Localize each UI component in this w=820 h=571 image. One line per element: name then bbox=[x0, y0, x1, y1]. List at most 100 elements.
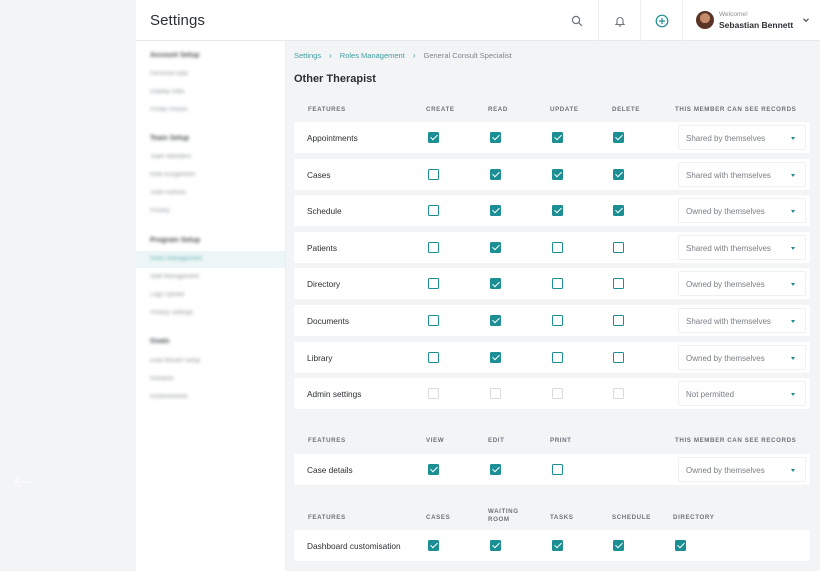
create-checkbox bbox=[428, 388, 439, 400]
dropdown-caret-icon bbox=[791, 210, 795, 214]
edit-checkbox[interactable] bbox=[490, 464, 501, 475]
permission-row: Library Owned by themselves bbox=[294, 341, 810, 373]
create-checkbox[interactable] bbox=[428, 315, 439, 326]
tasks-checkbox[interactable] bbox=[552, 540, 563, 551]
delete-checkbox[interactable] bbox=[613, 132, 624, 143]
collapse-icon[interactable] bbox=[14, 476, 32, 488]
dropdown-caret-icon bbox=[791, 356, 795, 360]
delete-checkbox[interactable] bbox=[613, 241, 624, 253]
sidebar-item[interactable]: Role Assignment bbox=[150, 172, 195, 178]
column-header: TASKS bbox=[550, 514, 574, 521]
sidebar-item[interactable]: Team Members bbox=[150, 154, 191, 160]
permission-row: Appointments Shared by themselves bbox=[294, 122, 810, 153]
permission-row: Cases Shared with themselves bbox=[294, 158, 810, 190]
read-checkbox[interactable] bbox=[490, 241, 501, 253]
visibility-select[interactable]: Not permitted bbox=[678, 381, 806, 407]
avatar bbox=[696, 11, 714, 29]
visibility-select[interactable]: Shared with themselves bbox=[678, 234, 806, 260]
search-button[interactable] bbox=[556, 0, 598, 41]
case-details-header: FEATURES VIEW EDIT PRINT THIS MEMBER CAN… bbox=[294, 433, 810, 449]
bell-icon bbox=[614, 16, 625, 27]
dropdown-caret-icon bbox=[791, 393, 795, 397]
visibility-select[interactable]: Owned by themselves bbox=[678, 271, 806, 297]
delete-checkbox[interactable] bbox=[613, 205, 624, 217]
create-checkbox[interactable] bbox=[428, 132, 439, 143]
column-header: ROOM bbox=[488, 516, 510, 523]
breadcrumb-link-settings[interactable]: Settings bbox=[294, 51, 321, 60]
visibility-select[interactable]: Shared with themselves bbox=[678, 308, 806, 333]
app-rail bbox=[0, 0, 136, 571]
feature-label: Patients bbox=[307, 242, 337, 253]
case-details-row: Case details Owned by themselves bbox=[294, 454, 810, 485]
add-circle-icon bbox=[655, 14, 668, 27]
create-checkbox[interactable] bbox=[428, 278, 439, 290]
read-checkbox[interactable] bbox=[490, 351, 501, 363]
column-header: FEATURES bbox=[308, 514, 346, 521]
update-checkbox[interactable] bbox=[552, 278, 563, 290]
create-checkbox[interactable] bbox=[428, 241, 439, 253]
breadcrumb-link-roles[interactable]: Roles Management bbox=[340, 51, 405, 60]
sidebar-item[interactable]: Rewards bbox=[150, 376, 174, 382]
breadcrumb: Settings › Roles Management › General Co… bbox=[294, 51, 512, 60]
visibility-value: Shared with themselves bbox=[686, 243, 771, 253]
update-checkbox[interactable] bbox=[552, 205, 563, 217]
permissions-header: FEATURES CREATE READ UPDATE DELETE THIS … bbox=[294, 102, 810, 118]
sidebar-item[interactable]: Profile Picture bbox=[150, 107, 187, 113]
update-checkbox[interactable] bbox=[552, 132, 563, 143]
top-bar: Settings Welcome! Sebastian Bennett bbox=[136, 0, 820, 41]
column-header: EDIT bbox=[488, 437, 505, 444]
sidebar-item[interactable]: Privacy bbox=[150, 208, 170, 214]
update-checkbox bbox=[552, 388, 563, 400]
sidebar-item[interactable]: Privacy Settings bbox=[150, 310, 193, 316]
read-checkbox[interactable] bbox=[490, 315, 501, 326]
dropdown-caret-icon bbox=[791, 320, 795, 323]
view-checkbox[interactable] bbox=[428, 464, 439, 475]
sidebar-item[interactable]: Team Admins bbox=[150, 190, 186, 196]
visibility-value: Not permitted bbox=[686, 390, 735, 400]
visibility-select[interactable]: Shared by themselves bbox=[678, 125, 806, 150]
sidebar-item[interactable]: Staff Management bbox=[150, 274, 199, 280]
update-checkbox[interactable] bbox=[552, 241, 563, 253]
feature-label: Directory bbox=[307, 279, 341, 290]
sidebar-item[interactable]: Logo Upload bbox=[150, 292, 184, 298]
page-title: Settings bbox=[150, 12, 205, 29]
search-icon bbox=[571, 15, 583, 26]
schedule-checkbox[interactable] bbox=[613, 540, 624, 551]
delete-checkbox[interactable] bbox=[613, 168, 624, 180]
delete-checkbox[interactable] bbox=[613, 278, 624, 290]
waiting-room-checkbox[interactable] bbox=[490, 540, 501, 551]
delete-checkbox[interactable] bbox=[613, 315, 624, 326]
feature-label: Appointments bbox=[307, 133, 358, 143]
create-checkbox[interactable] bbox=[428, 351, 439, 363]
sidebar-item-roles-management[interactable]: Roles Management bbox=[136, 251, 285, 268]
cases-checkbox[interactable] bbox=[428, 540, 439, 551]
read-checkbox[interactable] bbox=[490, 278, 501, 290]
visibility-select[interactable]: Owned by themselves bbox=[678, 198, 806, 224]
sidebar-item[interactable]: Achievements bbox=[150, 394, 188, 400]
sidebar-item[interactable]: Goal Wizard Setup bbox=[150, 358, 200, 364]
visibility-select[interactable]: Owned by themselves bbox=[678, 457, 806, 482]
create-checkbox[interactable] bbox=[428, 205, 439, 217]
update-checkbox[interactable] bbox=[552, 315, 563, 326]
visibility-select[interactable]: Owned by themselves bbox=[678, 344, 806, 370]
print-checkbox[interactable] bbox=[552, 464, 563, 475]
directory-checkbox[interactable] bbox=[675, 540, 686, 551]
visibility-value: Shared with themselves bbox=[686, 317, 771, 326]
read-checkbox[interactable] bbox=[490, 168, 501, 180]
sidebar-item[interactable]: Display Data bbox=[150, 89, 184, 95]
user-menu[interactable]: Welcome! Sebastian Bennett bbox=[682, 0, 820, 41]
update-checkbox[interactable] bbox=[552, 168, 563, 180]
sidebar-group-label: Program Setup bbox=[150, 237, 201, 244]
sidebar-item[interactable]: Personal Data bbox=[150, 71, 188, 77]
create-checkbox[interactable] bbox=[428, 168, 439, 180]
main-content: Settings › Roles Management › General Co… bbox=[286, 41, 820, 571]
update-checkbox[interactable] bbox=[552, 351, 563, 363]
column-header: CREATE bbox=[426, 106, 455, 113]
delete-checkbox[interactable] bbox=[613, 351, 624, 363]
add-button[interactable] bbox=[640, 0, 682, 41]
sidebar-group-label: Goals bbox=[150, 338, 170, 345]
visibility-select[interactable]: Shared with themselves bbox=[678, 161, 806, 187]
notifications-button[interactable] bbox=[598, 0, 640, 41]
read-checkbox[interactable] bbox=[490, 205, 501, 217]
read-checkbox[interactable] bbox=[490, 132, 501, 143]
